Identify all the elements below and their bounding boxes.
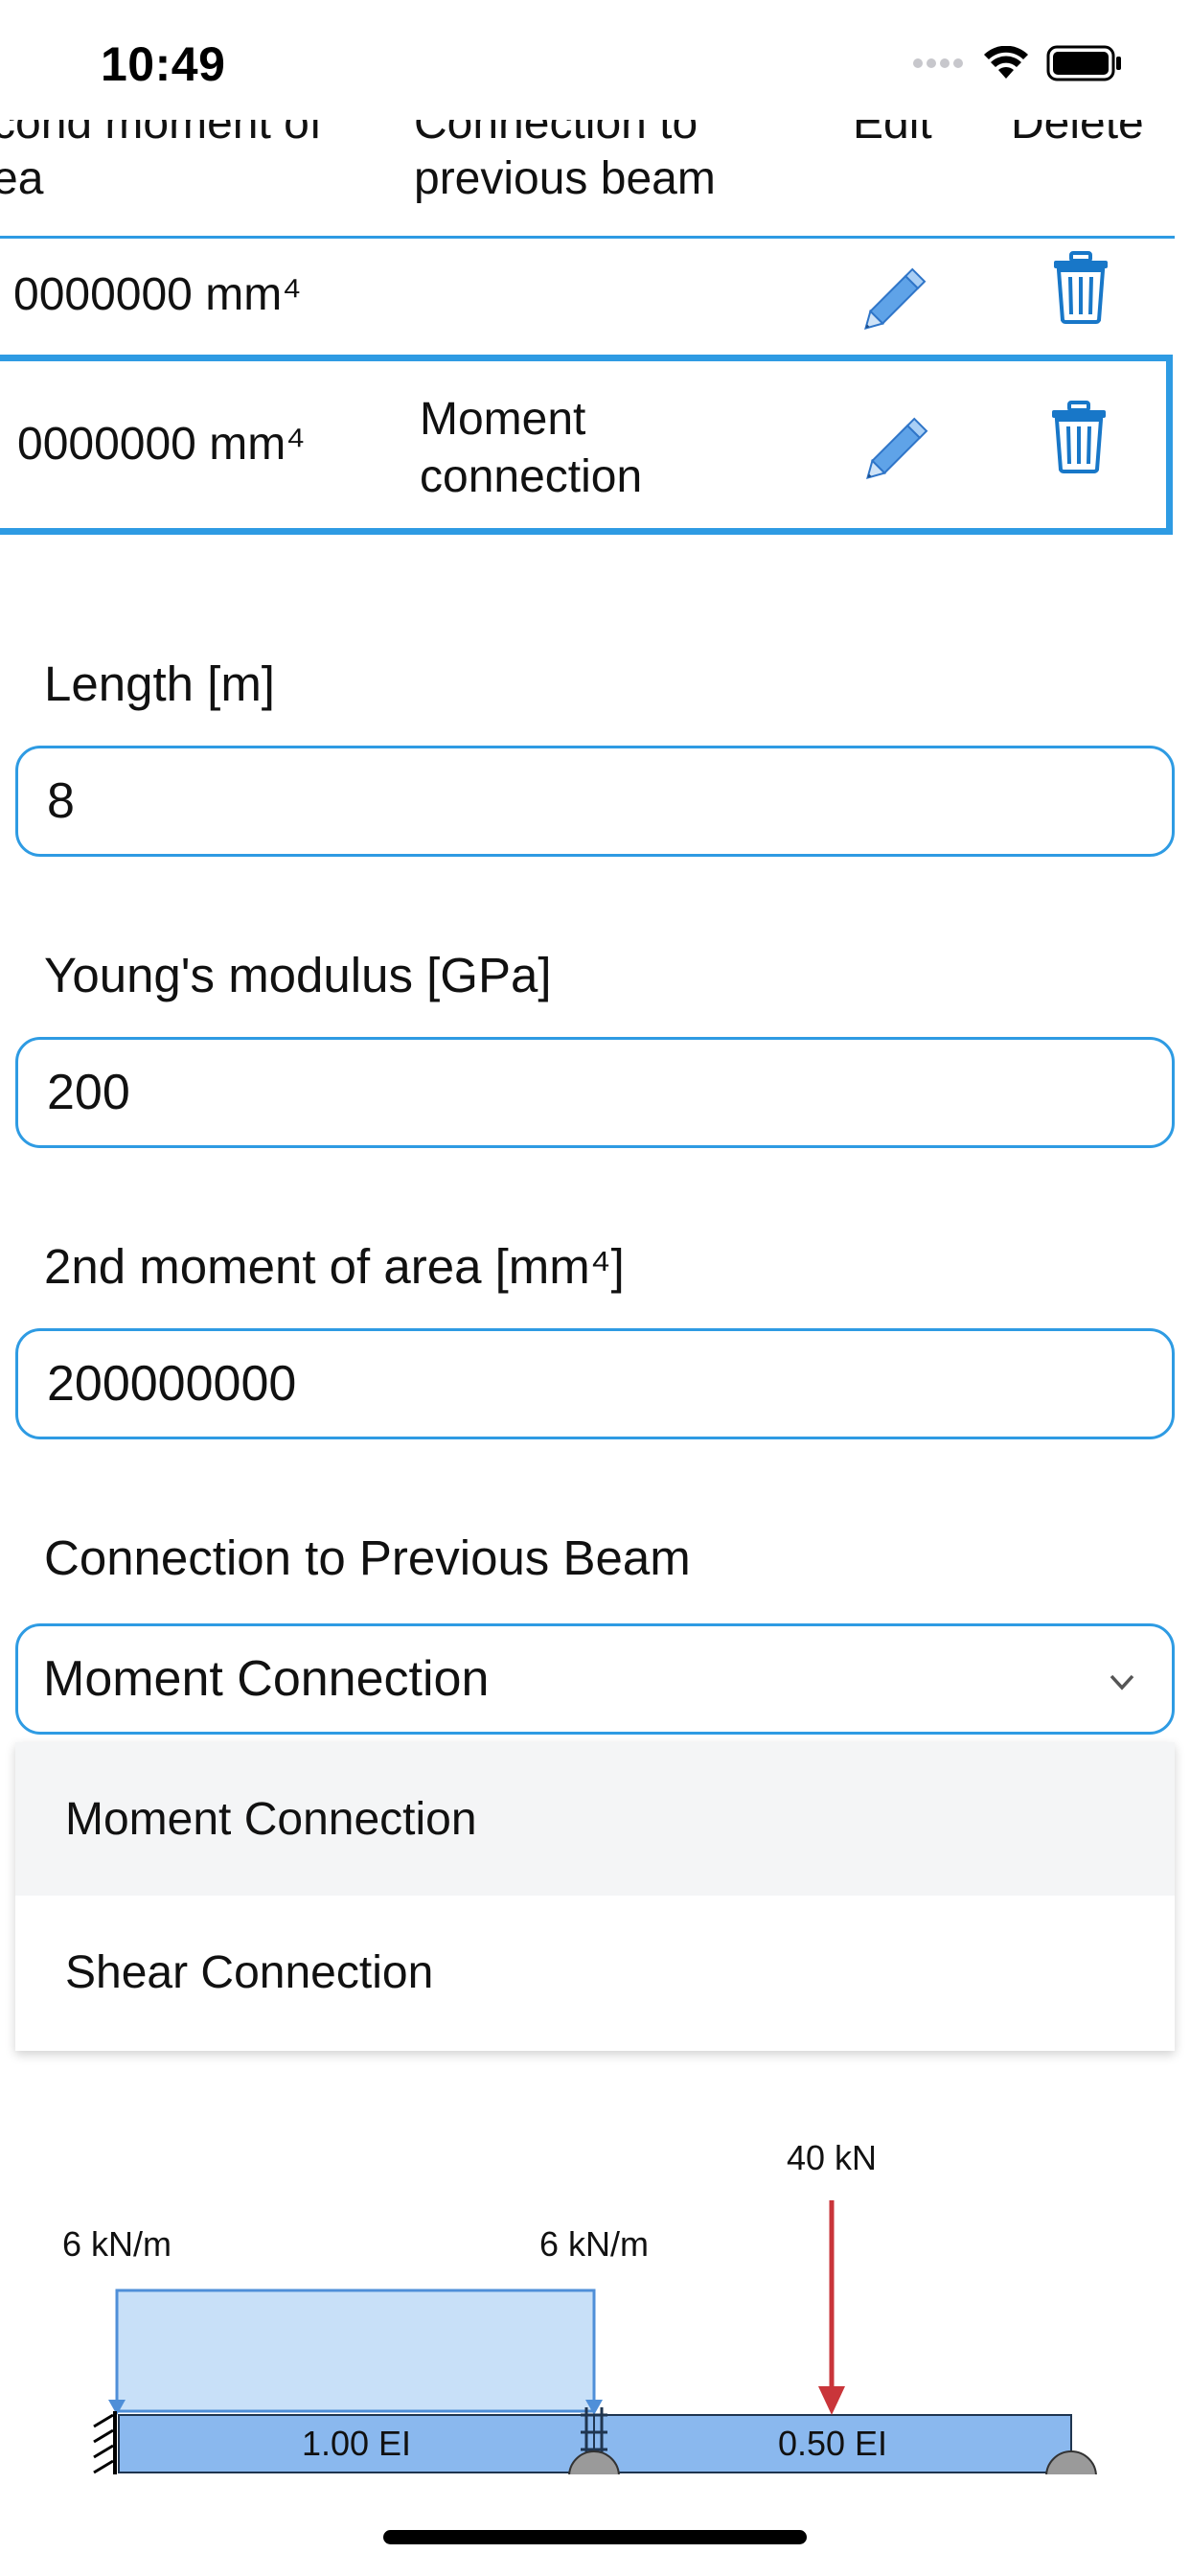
signal-icon [913,58,963,68]
connection-select[interactable]: Moment Connection [15,1623,1175,1735]
second-moment-label: 2nd moment of area [mm⁴] [44,1239,625,1294]
chevron-down-icon [1110,1674,1134,1690]
edit-pencil-icon[interactable] [860,408,937,485]
udl-area [115,2288,596,2413]
beam-diagram: 40 kN 6 kN/m 6 kN/m 1.00 EI 0.50 EI [62,2138,1098,2477]
connection-label: Connection to Previous Beam [44,1530,691,1585]
wifi-icon [984,46,1028,79]
point-load-label: 40 kN [787,2138,877,2177]
option-moment-connection[interactable]: Moment Connection [15,1742,1175,1896]
length-label: Length [m] [44,656,275,711]
cell-connection: Moment connection [420,394,643,502]
table-row[interactable]: 0000000 mm⁴ [0,240,1175,351]
status-icons [912,44,1123,82]
table-row[interactable]: 0000000 mm⁴ Moment connection [0,355,1175,535]
connection-dropdown-menu: Moment Connection Shear Connection [15,1742,1175,2051]
point-load-arrowhead [818,2386,845,2415]
connection-selected-value: Moment Connection [43,1651,490,1707]
udl-left-label: 6 kN/m [62,2224,172,2264]
segment-2-label: 0.50 EI [778,2424,887,2463]
edit-pencil-icon[interactable] [858,259,935,335]
status-time: 10:49 [101,37,226,91]
home-indicator[interactable] [383,2530,807,2544]
youngs-modulus-input[interactable]: 200 [15,1037,1175,1148]
length-input[interactable]: 8 [15,746,1175,857]
battery-icon [1046,45,1121,81]
option-shear-connection[interactable]: Shear Connection [15,1896,1175,2049]
delete-trash-icon[interactable] [1048,401,1110,473]
segment-1-label: 1.00 EI [302,2424,411,2463]
udl-right-label: 6 kN/m [539,2224,649,2264]
youngs-modulus-label: Young's modulus [GPa] [44,948,552,1002]
cell-second-moment: 0000000 mm⁴ [13,269,302,320]
beams-table[interactable]: cond moment of ea Connection to previous… [0,96,1190,556]
second-moment-input[interactable]: 200000000 [15,1328,1175,1439]
fixed-support [93,2413,114,2474]
delete-trash-icon[interactable] [1050,251,1111,324]
cell-second-moment: 0000000 mm⁴ [17,419,306,470]
